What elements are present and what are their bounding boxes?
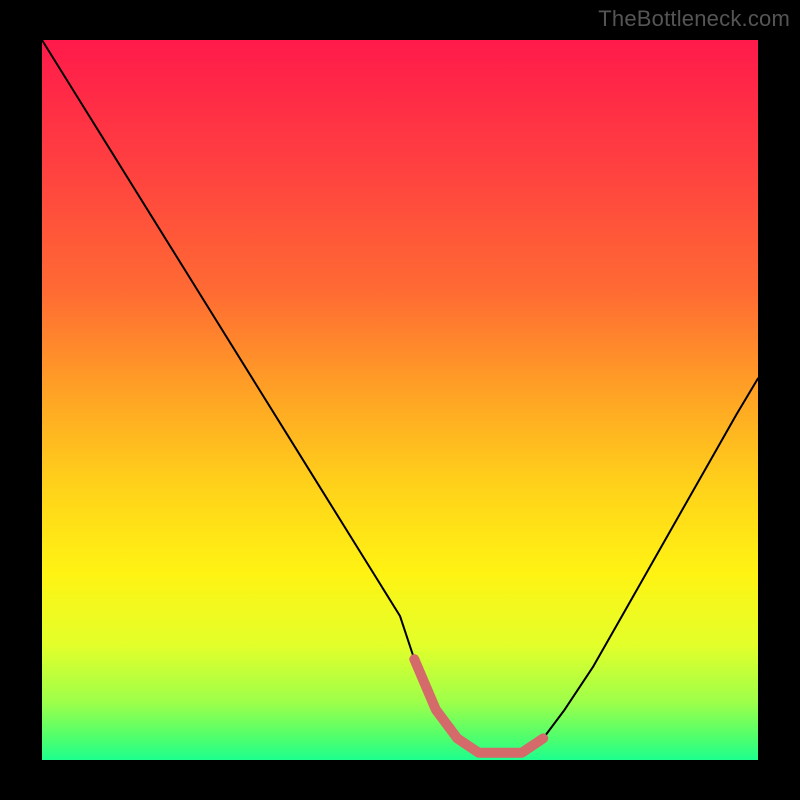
chart-svg bbox=[0, 0, 800, 800]
plot-background bbox=[42, 40, 758, 760]
chart-container: TheBottleneck.com bbox=[0, 0, 800, 800]
watermark-text: TheBottleneck.com bbox=[598, 6, 790, 32]
